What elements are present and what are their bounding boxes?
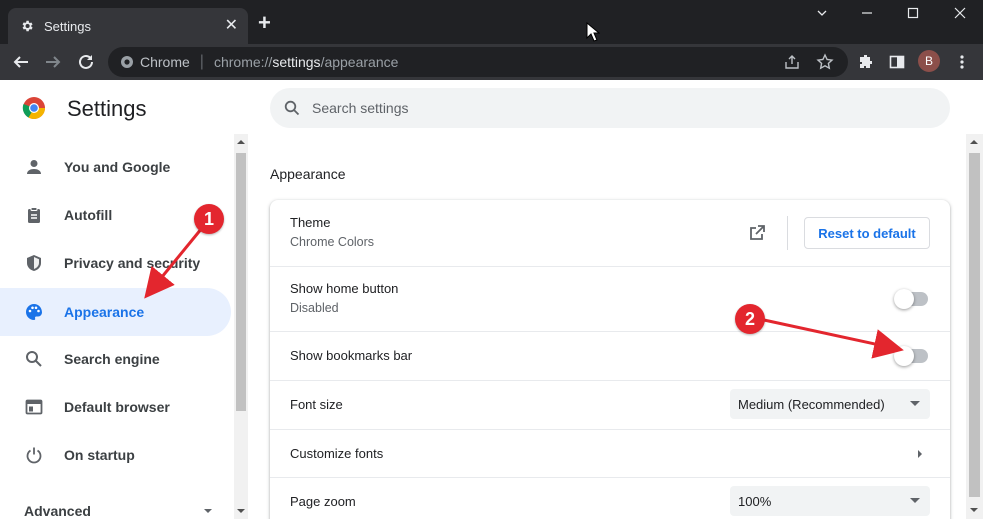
- annotation-arrow-2: [763, 318, 904, 359]
- annotation-arrow-1: [144, 227, 204, 299]
- annotation-badge-1: 1: [194, 204, 224, 234]
- annotation-arrows: [144, 227, 904, 359]
- annotation-badge-2: 2: [735, 304, 765, 334]
